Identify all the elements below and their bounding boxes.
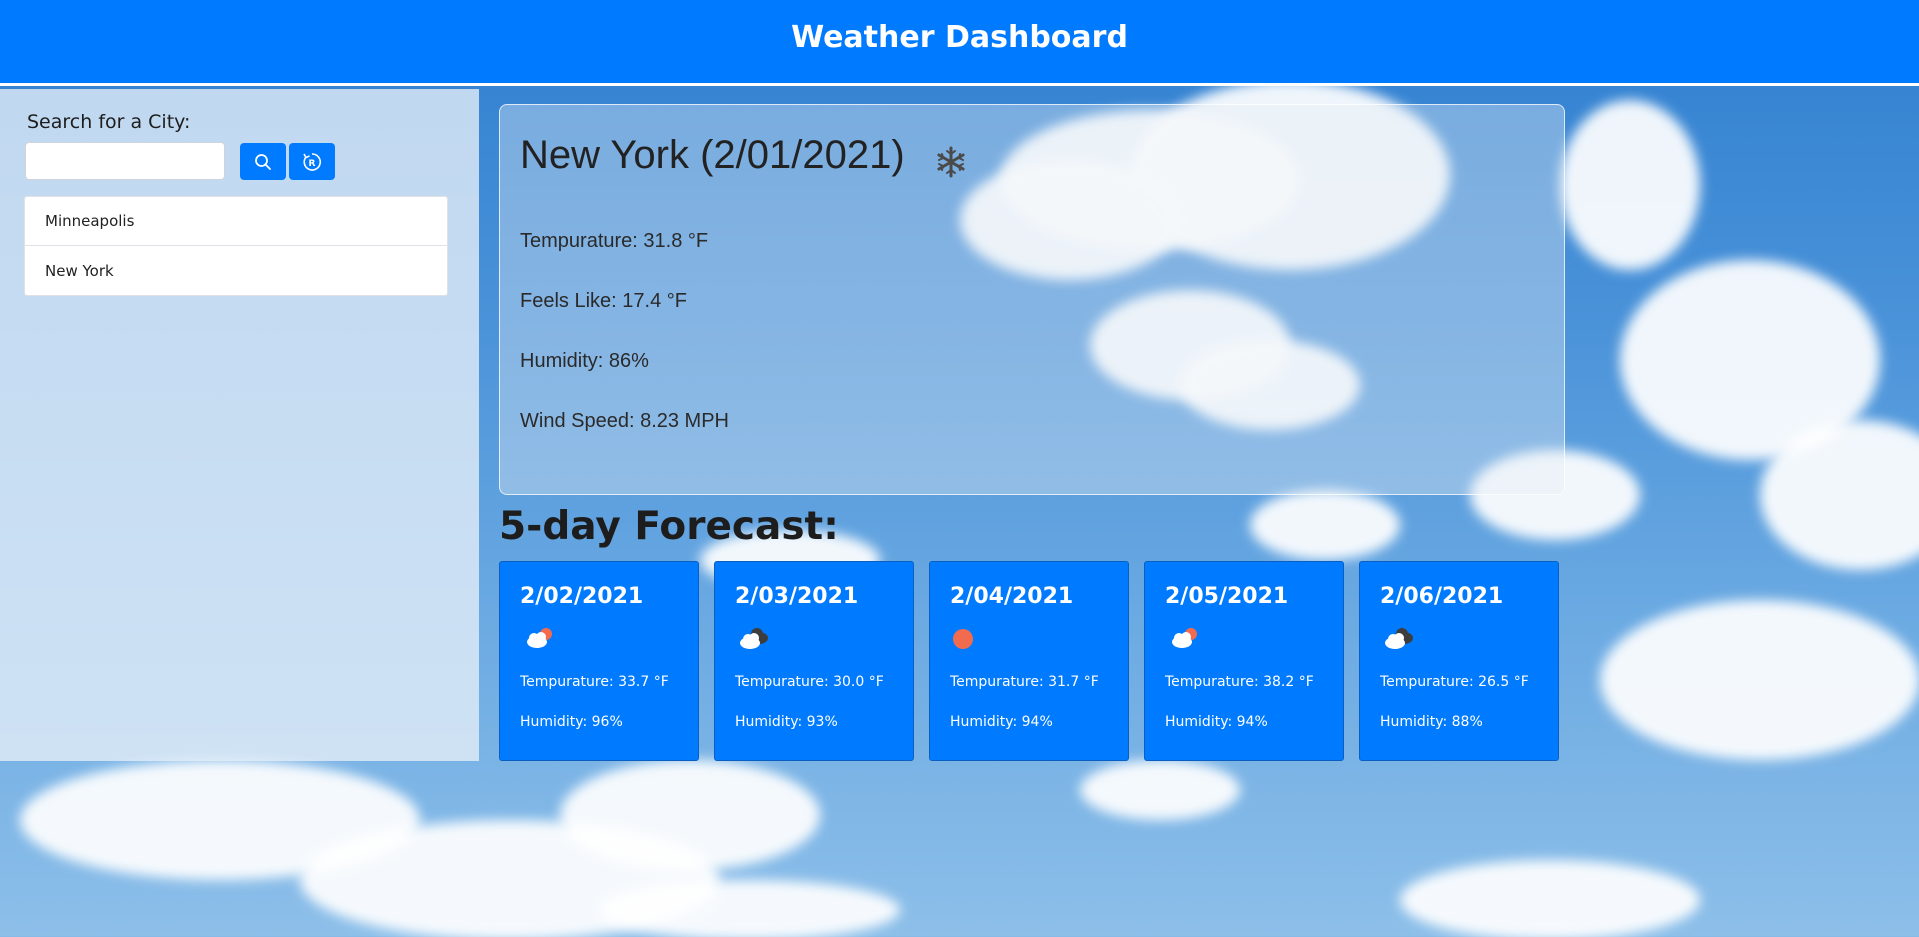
forecast-temperature: Tempurature: 38.2 °F	[1165, 674, 1314, 690]
cloud-dark-icon	[1385, 628, 1413, 649]
forecast-temperature: Tempurature: 31.7 °F	[950, 674, 1099, 690]
forecast-date: 2/02/2021	[520, 584, 644, 609]
forecast-card: 2/03/2021 Tempurature: 30.0 °F Humidity:…	[714, 561, 914, 761]
sidebar: Search for a City: R Minneapolis New Yor…	[0, 89, 479, 761]
forecast-temperature: Tempurature: 26.5 °F	[1380, 674, 1529, 690]
page-title: Weather Dashboard	[791, 20, 1128, 55]
current-weather-card: New York (2/01/2021) Tempurature: 31.8 °…	[499, 104, 1565, 495]
forecast-humidity: Humidity: 94%	[950, 714, 1053, 730]
city-history-item[interactable]: Minneapolis	[25, 197, 447, 246]
current-humidity: Humidity: 86%	[520, 350, 649, 372]
cloud-sun-icon	[1172, 628, 1197, 648]
current-city-title: New York (2/01/2021)	[520, 133, 905, 177]
forecast-date: 2/03/2021	[735, 584, 859, 609]
forecast-card: 2/05/2021 Tempurature: 38.2 °F Humidity:…	[1144, 561, 1344, 761]
forecast-date: 2/05/2021	[1165, 584, 1289, 609]
reset-button[interactable]: R	[289, 143, 335, 180]
city-search-input[interactable]	[25, 142, 225, 180]
snowflake-icon	[937, 146, 965, 178]
city-history-item[interactable]: New York	[25, 246, 447, 295]
forecast-humidity: Humidity: 93%	[735, 714, 838, 730]
svg-text:R: R	[309, 159, 316, 169]
app-header: Weather Dashboard	[0, 0, 1919, 86]
reset-icon: R	[303, 152, 322, 171]
forecast-date: 2/04/2021	[950, 584, 1074, 609]
forecast-card: 2/06/2021 Tempurature: 26.5 °F Humidity:…	[1359, 561, 1559, 761]
forecast-temperature: Tempurature: 33.7 °F	[520, 674, 669, 690]
current-feels-like: Feels Like: 17.4 °F	[520, 290, 687, 312]
forecast-heading: 5-day Forecast:	[499, 504, 839, 549]
forecast-humidity: Humidity: 94%	[1165, 714, 1268, 730]
forecast-humidity: Humidity: 96%	[520, 714, 623, 730]
city-history-list: Minneapolis New York	[24, 196, 448, 296]
forecast-temperature: Tempurature: 30.0 °F	[735, 674, 884, 690]
cloud-sun-icon	[527, 628, 552, 648]
current-temperature: Tempurature: 31.8 °F	[520, 230, 709, 252]
current-wind-speed: Wind Speed: 8.23 MPH	[520, 410, 729, 432]
search-button[interactable]	[240, 143, 286, 180]
sun-icon	[953, 629, 973, 649]
search-icon	[255, 153, 271, 170]
forecast-date: 2/06/2021	[1380, 584, 1504, 609]
forecast-humidity: Humidity: 88%	[1380, 714, 1483, 730]
cloud-dark-icon	[740, 628, 768, 649]
search-label: Search for a City:	[27, 111, 191, 133]
forecast-card: 2/04/2021 Tempurature: 31.7 °F Humidity:…	[929, 561, 1129, 761]
forecast-card: 2/02/2021 Tempurature: 33.7 °F Humidity:…	[499, 561, 699, 761]
